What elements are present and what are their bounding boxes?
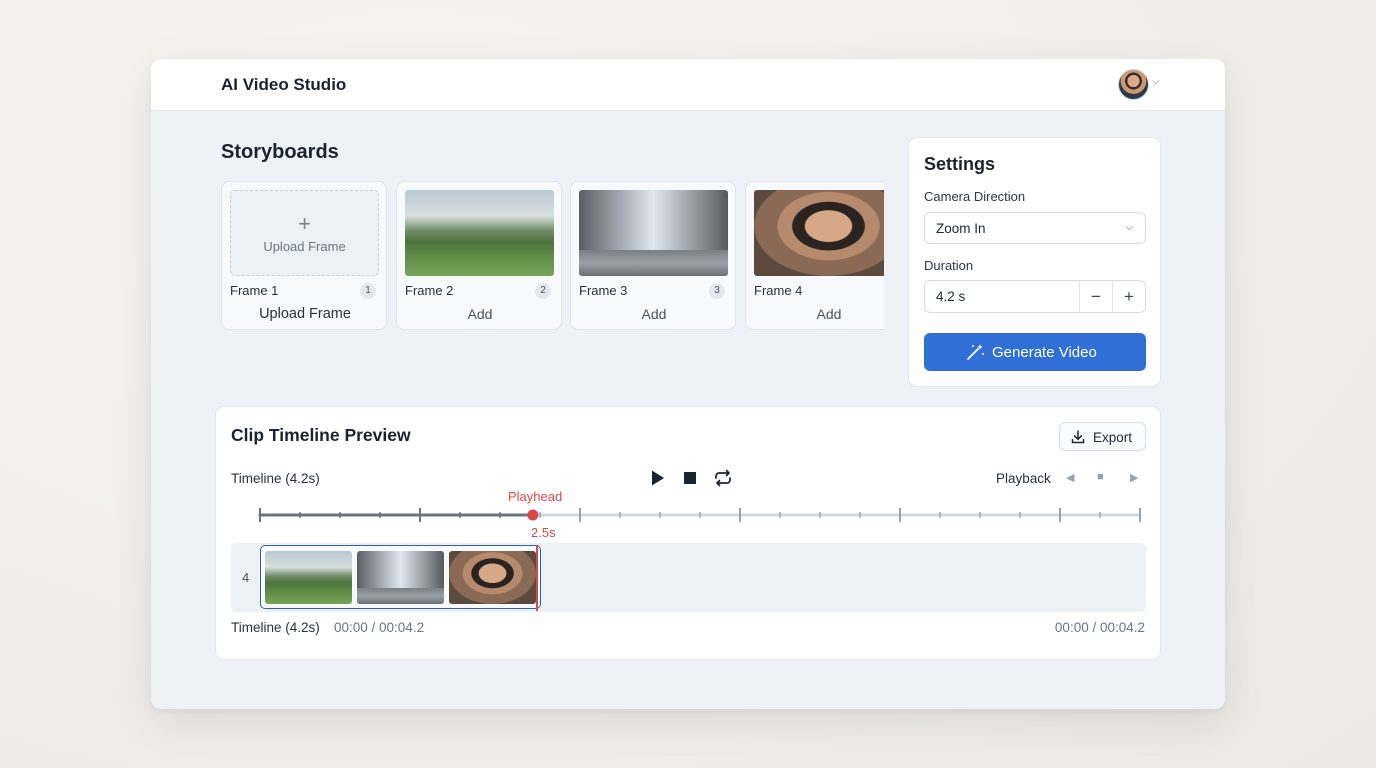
upload-frame-dropzone[interactable]: + Upload Frame [230, 190, 379, 276]
plus-icon: + [298, 211, 311, 236]
timeline-footer-time: 00:00 / 00:04.2 [334, 620, 425, 635]
add-frame-button[interactable]: Add [746, 306, 884, 322]
loop-icon[interactable] [713, 469, 733, 487]
settings-title: Settings [924, 154, 996, 174]
playhead-label: Playhead [508, 489, 563, 504]
frame-name: Frame 4 [754, 283, 803, 298]
next-icon[interactable]: ▶ [1130, 471, 1138, 484]
camera-direction-label: Camera Direction [924, 189, 1026, 204]
timeline-ruler[interactable] [252, 503, 1152, 527]
app-window: AI Video Studio ⌵ Storyboards + Upload F… [151, 59, 1225, 709]
frame-badge: 3 [709, 283, 725, 299]
frame-card-1[interactable]: + Upload Frame Frame 1 1 Upload Frame [221, 181, 387, 330]
playhead-knob [527, 509, 539, 521]
magic-wand-icon [967, 344, 984, 360]
frame-thumbnail [405, 190, 554, 276]
app-title: AI Video Studio [221, 75, 347, 94]
play-icon[interactable] [650, 469, 666, 487]
camera-direction-value: Zoom In [936, 221, 986, 236]
clip-thumbnail [357, 551, 444, 604]
stop-icon[interactable] [683, 469, 697, 487]
timeline-footer-label: Timeline (4.2s) [231, 620, 320, 635]
playback-label: Playback [996, 471, 1051, 486]
frame-card-2[interactable]: Frame 2 2 Add [396, 181, 562, 330]
stop-small-icon[interactable]: ■ [1097, 471, 1104, 483]
frame-card-4[interactable]: Frame 4 Add [745, 181, 884, 330]
storyboard-frames: + Upload Frame Frame 1 1 Upload Frame Fr… [221, 181, 884, 331]
frame-badge: 1 [360, 283, 376, 299]
timeline-label: Timeline (4.2s) [231, 471, 320, 486]
clip-group[interactable] [260, 545, 541, 609]
timeline-title: Clip Timeline Preview [231, 425, 411, 445]
frame-name: Frame 3 [579, 283, 628, 298]
export-label: Export [1093, 430, 1133, 445]
duration-stepper[interactable]: 4.2 s − + [924, 280, 1146, 313]
clip-timeline-panel: Clip Timeline Preview Export Timeline (4… [215, 406, 1161, 660]
add-frame-button[interactable]: Add [571, 306, 737, 322]
add-frame-button[interactable]: Add [397, 306, 563, 322]
frame-name: Frame 1 [230, 283, 279, 298]
avatar[interactable] [1118, 69, 1149, 100]
clip-thumbnail [265, 551, 352, 604]
upload-frame-button[interactable]: Upload Frame [222, 306, 388, 322]
download-icon [1071, 430, 1085, 444]
track-number: 4 [242, 570, 250, 585]
generate-video-label: Generate Video [992, 344, 1097, 361]
generate-video-button[interactable]: Generate Video [924, 333, 1146, 371]
plus-icon[interactable]: + [1112, 281, 1145, 312]
upload-frame-placeholder: Upload Frame [263, 239, 346, 254]
storyboards-title: Storyboards [221, 141, 339, 163]
frame-card-3[interactable]: Frame 3 3 Add [570, 181, 736, 330]
duration-value[interactable]: 4.2 s [936, 289, 965, 304]
clip-track: 4 [231, 543, 1146, 612]
chevron-down-icon: ⌵ [1125, 222, 1133, 233]
minus-icon[interactable]: − [1079, 281, 1112, 312]
frame-thumbnail [754, 190, 884, 276]
frame-name: Frame 2 [405, 283, 454, 298]
settings-panel: Settings Camera Direction Zoom In ⌵ Dura… [908, 137, 1161, 387]
camera-direction-select[interactable]: Zoom In ⌵ [924, 212, 1146, 244]
playhead-line[interactable] [536, 545, 538, 611]
playhead-time: 2.5s [531, 525, 556, 540]
frame-thumbnail [579, 190, 728, 276]
timeline-footer-time-right: 00:00 / 00:04.2 [1054, 620, 1145, 635]
duration-label: Duration [924, 258, 974, 273]
clip-thumbnail [449, 551, 536, 604]
prev-icon[interactable]: ◀ [1066, 471, 1074, 484]
chevron-down-icon[interactable]: ⌵ [1152, 76, 1160, 87]
top-bar: AI Video Studio ⌵ [151, 59, 1225, 111]
export-button[interactable]: Export [1059, 422, 1146, 451]
frame-badge: 2 [535, 283, 551, 299]
